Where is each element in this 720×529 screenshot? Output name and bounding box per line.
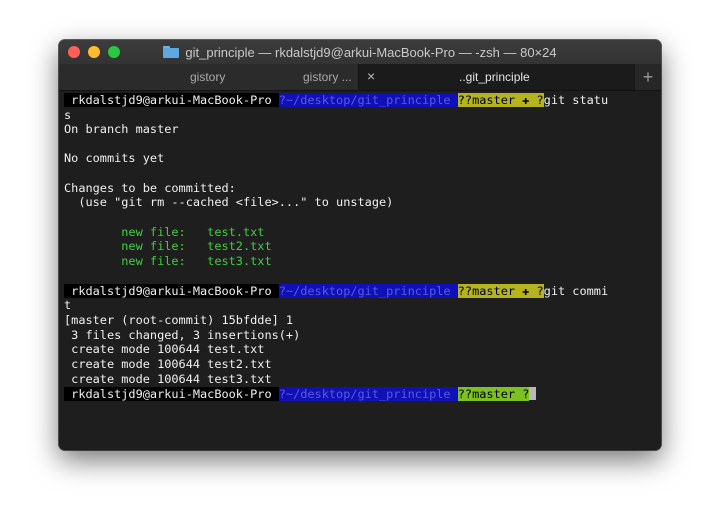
prompt-line: rkdalstjd9@arkui-MacBook-Pro ?~/desktop/… <box>64 93 608 107</box>
command-text: git statu <box>543 93 609 107</box>
prompt-branch: ??master <box>457 387 523 401</box>
output-line: [master (root-commit) 15bfdde] 1 <box>64 313 294 327</box>
plus-icon: + <box>642 66 654 87</box>
output-line: create mode 100644 test3.txt <box>64 372 272 386</box>
prompt-path: ?~/desktop/git_principle <box>278 387 458 401</box>
output-line: create mode 100644 test.txt <box>64 342 265 356</box>
window-title-group: git_principle — rkdalstjd9@arkui-MacBook… <box>163 44 557 60</box>
close-window-button[interactable] <box>68 46 80 58</box>
tab-gistory[interactable]: gistory gistory ... <box>59 64 359 90</box>
prompt-user: rkdalstjd9@arkui-MacBook-Pro <box>64 93 279 107</box>
maximize-window-button[interactable] <box>108 46 120 58</box>
folder-icon <box>163 46 180 58</box>
prompt-end: ? <box>536 284 544 298</box>
output-line: (use "git rm --cached <file>..." to unst… <box>64 195 394 209</box>
output-line: 3 files changed, 3 insertions(+) <box>64 328 301 342</box>
prompt-end: ? <box>522 387 530 401</box>
new-file-line: new file: test3.txt <box>64 254 272 268</box>
tab-gistory-label: gistory <box>190 70 226 84</box>
prompt-line: rkdalstjd9@arkui-MacBook-Pro ?~/desktop/… <box>64 284 608 298</box>
prompt-end: ? <box>536 93 544 107</box>
new-tab-button[interactable]: + <box>635 64 661 90</box>
command-wrap: t <box>64 298 72 312</box>
window-title: git_principle — rkdalstjd9@arkui-MacBook… <box>185 44 557 60</box>
output-line: Changes to be committed: <box>64 181 236 195</box>
command-wrap: s <box>64 108 72 122</box>
prompt-branch: ??master ✚ <box>457 284 537 298</box>
tab-git-principle[interactable]: × ..git_principle <box>359 64 635 90</box>
tab-git-principle-label: ..git_principle <box>459 70 530 84</box>
prompt-user: rkdalstjd9@arkui-MacBook-Pro <box>64 387 279 401</box>
output-line: create mode 100644 test2.txt <box>64 357 272 371</box>
terminal-window: git_principle — rkdalstjd9@arkui-MacBook… <box>59 40 661 450</box>
prompt-path: ?~/desktop/git_principle <box>278 284 458 298</box>
command-text: git commi <box>543 284 609 298</box>
output-line: No commits yet <box>64 151 165 165</box>
output-line: On branch master <box>64 122 179 136</box>
window-controls <box>68 46 120 58</box>
close-tab-icon[interactable]: × <box>367 68 375 84</box>
prompt-branch: ??master ✚ <box>457 93 537 107</box>
prompt-path: ?~/desktop/git_principle <box>278 93 458 107</box>
terminal-output[interactable]: rkdalstjd9@arkui-MacBook-Pro ?~/desktop/… <box>59 91 661 450</box>
text-cursor <box>529 387 537 400</box>
tab-gistory-secondary-label: gistory ... <box>303 70 352 84</box>
title-bar: git_principle — rkdalstjd9@arkui-MacBook… <box>59 40 661 64</box>
new-file-line: new file: test2.txt <box>64 239 272 253</box>
minimize-window-button[interactable] <box>88 46 100 58</box>
prompt-user: rkdalstjd9@arkui-MacBook-Pro <box>64 284 279 298</box>
new-file-line: new file: test.txt <box>64 225 265 239</box>
prompt-line: rkdalstjd9@arkui-MacBook-Pro ?~/desktop/… <box>64 387 537 401</box>
tab-bar: gistory gistory ... × ..git_principle + <box>59 64 661 91</box>
